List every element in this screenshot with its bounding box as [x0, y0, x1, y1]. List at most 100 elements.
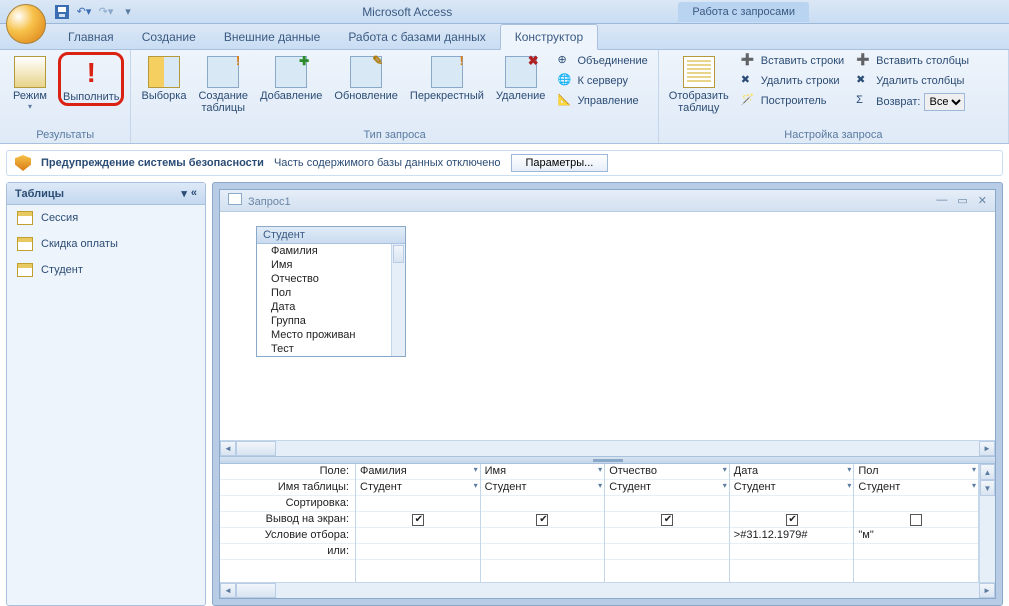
- field-item[interactable]: Место проживан: [257, 328, 405, 342]
- qbe-field-cell[interactable]: Отчество: [605, 464, 729, 480]
- delete-cols-button[interactable]: ✖Удалить столбцы: [852, 72, 973, 90]
- qbe-show-cell[interactable]: [854, 512, 978, 528]
- qbe-or-cell[interactable]: [356, 544, 480, 560]
- qbe-table-cell[interactable]: Студент: [605, 480, 729, 496]
- qbe-sort-cell[interactable]: [356, 496, 480, 512]
- query-window-titlebar[interactable]: Запрос1 — ▭ ✕: [220, 190, 995, 212]
- showtable-button[interactable]: Отобразить таблицу: [665, 52, 733, 116]
- qbe-or-cell[interactable]: [605, 544, 729, 560]
- qbe-hscroll[interactable]: ◄ ►: [220, 582, 995, 598]
- scroll-up-icon[interactable]: ▲: [980, 464, 995, 480]
- qbe-table-cell[interactable]: Студент: [730, 480, 854, 496]
- scroll-left-icon[interactable]: ◄: [220, 583, 236, 598]
- checkbox-icon[interactable]: [661, 514, 673, 526]
- diagram-pane[interactable]: Студент Фамилия Имя Отчество Пол Дата Гр…: [220, 212, 995, 440]
- table-scrollbar[interactable]: [391, 244, 405, 356]
- qbe-vscroll[interactable]: ▲ ▼: [979, 464, 995, 582]
- field-item[interactable]: Тест: [257, 342, 405, 356]
- diagram-hscroll[interactable]: ◄ ►: [220, 440, 995, 456]
- checkbox-icon[interactable]: [412, 514, 424, 526]
- qbe-field-cell[interactable]: Пол: [854, 464, 978, 480]
- field-item[interactable]: Пол: [257, 286, 405, 300]
- chevron-down-icon[interactable]: ▾: [181, 187, 187, 200]
- union-button[interactable]: ⊕Объединение: [553, 52, 651, 70]
- delete-rows-button[interactable]: ✖Удалить строки: [737, 72, 848, 90]
- nav-header[interactable]: Таблицы ▾«: [7, 183, 205, 205]
- qbe-show-cell[interactable]: [730, 512, 854, 528]
- insert-cols-button[interactable]: ➕Вставить столбцы: [852, 52, 973, 70]
- tab-design[interactable]: Конструктор: [500, 24, 598, 50]
- delete-query-button[interactable]: Удаление: [492, 52, 550, 104]
- qbe-sort-cell[interactable]: [854, 496, 978, 512]
- tab-home[interactable]: Главная: [54, 25, 128, 49]
- checkbox-icon[interactable]: [910, 514, 922, 526]
- datadef-button[interactable]: 📐Управление: [553, 92, 651, 110]
- qbe-criteria-cell[interactable]: "м": [854, 528, 978, 544]
- qbe-criteria-cell[interactable]: [605, 528, 729, 544]
- qbe-field-cell[interactable]: Имя: [481, 464, 605, 480]
- security-options-button[interactable]: Параметры...: [511, 154, 609, 172]
- redo-icon[interactable]: ↷▾: [98, 4, 114, 20]
- qbe-sort-cell[interactable]: [481, 496, 605, 512]
- return-select[interactable]: Все: [924, 93, 965, 111]
- checkbox-icon[interactable]: [536, 514, 548, 526]
- qbe-criteria-cell[interactable]: [356, 528, 480, 544]
- select-query-button[interactable]: Выборка: [137, 52, 190, 104]
- qbe-show-cell[interactable]: [481, 512, 605, 528]
- run-button[interactable]: ! Выполнить: [58, 52, 124, 106]
- tab-create[interactable]: Создание: [128, 25, 210, 49]
- qbe-table-cell[interactable]: Студент: [854, 480, 978, 496]
- qbe-table-cell[interactable]: Студент: [356, 480, 480, 496]
- scroll-thumb[interactable]: [236, 441, 276, 456]
- qbe-or-cell[interactable]: [481, 544, 605, 560]
- nav-item[interactable]: Скидка оплаты: [7, 231, 205, 257]
- qbe-field-cell[interactable]: Дата: [730, 464, 854, 480]
- tab-dbtools[interactable]: Работа с базами данных: [334, 25, 499, 49]
- save-icon[interactable]: [54, 4, 70, 20]
- append-button[interactable]: Добавление: [256, 52, 326, 104]
- scroll-right-icon[interactable]: ►: [979, 583, 995, 598]
- undo-icon[interactable]: ↶▾: [76, 4, 92, 20]
- builder-button[interactable]: 🪄Построитель: [737, 92, 848, 110]
- field-item[interactable]: Отчество: [257, 272, 405, 286]
- qat-dropdown-icon[interactable]: ▾: [120, 4, 136, 20]
- field-item[interactable]: Фамилия: [257, 244, 405, 258]
- view-button[interactable]: Режим ▾: [6, 52, 54, 113]
- qbe-field-cell[interactable]: Фамилия: [356, 464, 480, 480]
- qbe-show-cell[interactable]: [605, 512, 729, 528]
- splitter[interactable]: [220, 456, 995, 464]
- scroll-up-icon[interactable]: [393, 245, 404, 263]
- globe-icon: 🌐: [557, 73, 573, 89]
- passthrough-button[interactable]: 🌐К серверу: [553, 72, 651, 90]
- office-button[interactable]: [6, 4, 46, 44]
- insert-rows-button[interactable]: ➕Вставить строки: [737, 52, 848, 70]
- crosstab-button[interactable]: Перекрестный: [406, 52, 488, 104]
- checkbox-icon[interactable]: [786, 514, 798, 526]
- nav-item[interactable]: Сессия: [7, 205, 205, 231]
- table-box-header[interactable]: Студент: [257, 227, 405, 244]
- scroll-left-icon[interactable]: ◄: [220, 441, 236, 456]
- nav-item[interactable]: Студент: [7, 257, 205, 283]
- close-icon[interactable]: ✕: [978, 194, 987, 207]
- field-item[interactable]: Дата: [257, 300, 405, 314]
- scroll-down-icon[interactable]: ▼: [980, 480, 995, 496]
- qbe-sort-cell[interactable]: [730, 496, 854, 512]
- tab-external[interactable]: Внешние данные: [210, 25, 335, 49]
- qbe-table-cell[interactable]: Студент: [481, 480, 605, 496]
- qbe-or-cell[interactable]: [854, 544, 978, 560]
- minimize-icon[interactable]: —: [936, 194, 947, 207]
- field-item[interactable]: Имя: [257, 258, 405, 272]
- qbe-criteria-cell[interactable]: [481, 528, 605, 544]
- scroll-thumb[interactable]: [236, 583, 276, 598]
- qbe-show-cell[interactable]: [356, 512, 480, 528]
- qbe-criteria-cell[interactable]: >#31.12.1979#: [730, 528, 854, 544]
- collapse-icon[interactable]: «: [191, 187, 197, 200]
- field-item[interactable]: Группа: [257, 314, 405, 328]
- maximize-icon[interactable]: ▭: [957, 194, 967, 207]
- update-button[interactable]: Обновление: [330, 52, 402, 104]
- qbe-or-cell[interactable]: [730, 544, 854, 560]
- maketable-button[interactable]: Создание таблицы: [194, 52, 252, 116]
- qbe-sort-cell[interactable]: [605, 496, 729, 512]
- scroll-right-icon[interactable]: ►: [979, 441, 995, 456]
- table-box[interactable]: Студент Фамилия Имя Отчество Пол Дата Гр…: [256, 226, 406, 357]
